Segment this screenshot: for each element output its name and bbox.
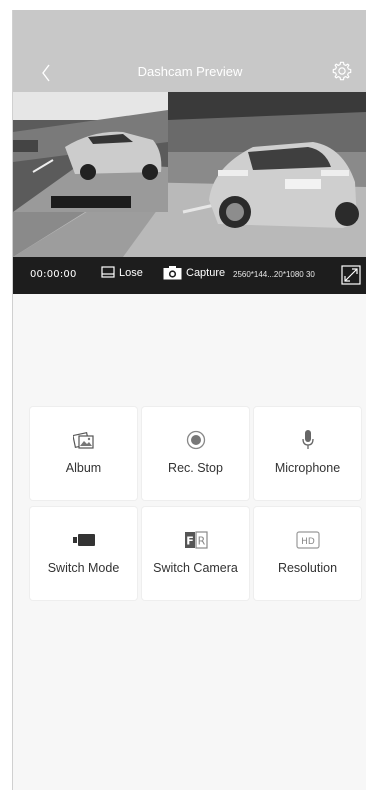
resolution-label: Resolution [277,561,338,575]
recording-time: 00:00:00 [30,269,77,280]
fullscreen-button[interactable] [341,265,361,285]
gear-icon [332,61,352,81]
lose-button[interactable]: Lose [101,266,143,279]
top-bar: Dashcam Preview [13,10,366,92]
camera-preview[interactable] [13,92,366,257]
preview-inset-front [13,92,168,212]
svg-text:R: R [197,535,205,548]
microphone-label: Microphone [274,461,341,475]
hd-icon: HD [295,531,320,549]
camera-icon [163,266,182,280]
settings-button[interactable] [331,60,355,84]
resolution-readout: 2560*144...20*1080 30 [233,270,315,279]
capture-label: Capture [186,267,226,279]
switch-mode-label: Switch Mode [47,561,120,575]
expand-icon [341,265,361,285]
video-camera-icon [72,534,95,546]
recording-status-bar: 00:00:00 Lose Capture 2560*144...20*1080… [13,257,366,294]
switch-camera-label: Switch Camera [153,561,238,575]
switch-mode-button[interactable]: Switch Mode [30,507,137,600]
switch-camera-button[interactable]: F R Switch Camera [142,507,249,600]
rec-stop-label: Rec. Stop [168,461,223,475]
svg-text:HD: HD [301,537,315,547]
record-icon [186,430,205,450]
album-button[interactable]: Album [30,407,137,500]
rec-stop-button[interactable]: Rec. Stop [142,407,249,500]
capture-button[interactable]: Capture [163,266,225,280]
album-label: Album [65,461,102,475]
page-title: Dashcam Preview [137,64,243,79]
svg-text:F: F [186,535,194,548]
lock-file-icon [101,266,115,278]
microphone-icon [301,430,314,449]
microphone-button[interactable]: Microphone [254,407,361,500]
front-rear-camera-icon: F R [184,531,208,549]
resolution-button[interactable]: HD Resolution [254,507,361,600]
app-screen: Dashcam Preview 00:00:00 Lose Capture 25… [12,10,366,790]
album-icon [72,431,94,449]
lose-label: Lose [119,266,143,279]
